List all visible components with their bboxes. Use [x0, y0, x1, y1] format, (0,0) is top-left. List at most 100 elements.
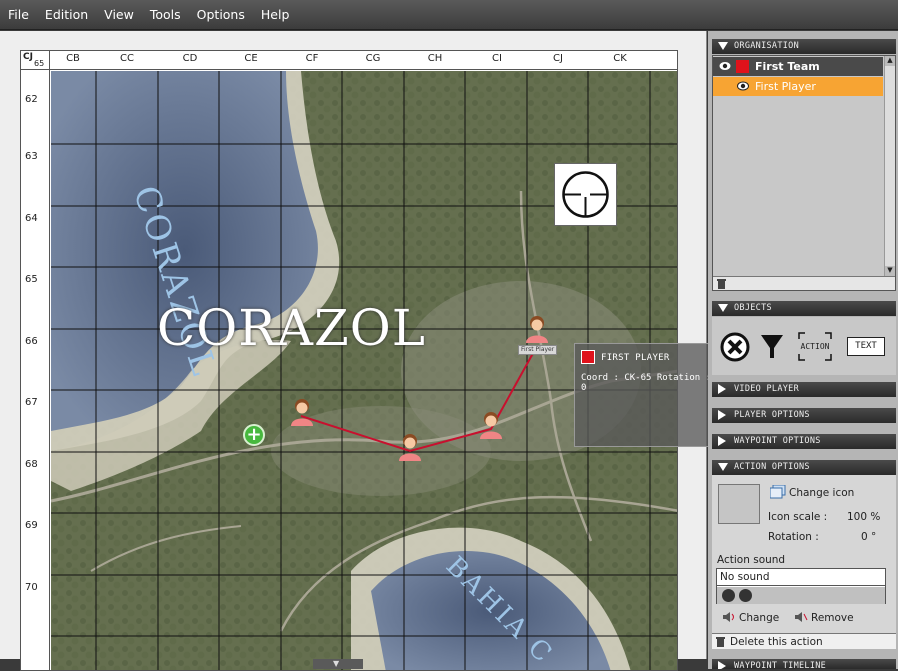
row-label-64: 64 — [25, 213, 38, 224]
right-panel: ORGANISATION First Team First Player ▲ ▼… — [708, 31, 898, 669]
add-waypoint-icon[interactable]: + — [243, 424, 265, 446]
col-label-cf: CF — [305, 53, 319, 64]
col-label-ci: CI — [492, 53, 502, 64]
team-name-label: First Team — [755, 60, 820, 73]
tooltip-coord: Coord : CK-65 Rotation : 0 — [581, 373, 712, 393]
sound-selected[interactable]: No sound — [717, 569, 885, 586]
row-label-69: 69 — [25, 520, 38, 531]
waypoint-options-title: WAYPOINT OPTIONS — [734, 436, 821, 446]
menu-help[interactable]: Help — [255, 0, 296, 30]
collapse-icon — [718, 304, 728, 312]
action-options-title: ACTION OPTIONS — [734, 462, 810, 472]
row-label-68: 68 — [25, 459, 38, 470]
organisation-footer — [713, 276, 895, 290]
scroll-up-icon[interactable]: ▲ — [885, 56, 895, 66]
menu-options[interactable]: Options — [191, 0, 251, 30]
trash-icon[interactable] — [716, 278, 727, 289]
row-label-66: 66 — [25, 336, 38, 347]
menu-bar: File Edition View Tools Options Help — [0, 0, 898, 30]
waypoint-player-icon-1[interactable] — [288, 397, 316, 427]
image-icon[interactable] — [770, 485, 786, 499]
rotation-label: Rotation : — [768, 531, 819, 543]
remove-sound-button[interactable]: Remove — [811, 612, 854, 624]
funnel-icon[interactable] — [760, 334, 784, 360]
close-circle-icon[interactable] — [720, 332, 750, 362]
expand-icon — [718, 384, 726, 394]
trash-icon[interactable] — [715, 636, 726, 647]
col-label-cb: CB — [66, 53, 80, 64]
sound-controls — [717, 587, 885, 604]
tree-item-team[interactable]: First Team — [713, 57, 883, 76]
organisation-scrollbar[interactable]: ▲ ▼ — [884, 56, 895, 276]
waypoint-timeline-title: WAYPOINT TIMELINE — [734, 661, 827, 669]
waypoint-player-icon-3[interactable] — [477, 410, 505, 440]
row-label-62: 62 — [25, 94, 38, 105]
scroll-down-icon[interactable]: ▼ — [885, 266, 895, 276]
player-options-title: PLAYER OPTIONS — [734, 410, 810, 420]
change-icon-link[interactable]: Change icon — [789, 487, 854, 499]
tooltip-player-name: FIRST PLAYER — [601, 353, 670, 363]
player-icon-first-player[interactable] — [523, 314, 551, 344]
row-label-70: 70 — [25, 582, 38, 593]
team-color-swatch[interactable] — [736, 60, 749, 73]
col-label-ck: CK — [613, 53, 627, 64]
objects-title: OBJECTS — [734, 303, 772, 313]
play-icon[interactable] — [722, 589, 735, 602]
eye-icon[interactable] — [737, 81, 749, 91]
video-player-header[interactable]: VIDEO PLAYER — [712, 382, 896, 397]
delete-action-bar[interactable]: Delete this action — [712, 633, 896, 649]
speaker-icon — [723, 612, 734, 622]
action-options-panel: Change icon Icon scale : 100 % Rotation … — [712, 475, 896, 633]
menu-file[interactable]: File — [2, 0, 35, 30]
row-label-63: 63 — [25, 151, 38, 162]
col-label-cd: CD — [182, 53, 198, 64]
sound-list[interactable]: No sound — [716, 568, 886, 604]
eye-icon[interactable] — [719, 61, 731, 71]
rotation-value[interactable]: 0 ° — [861, 531, 876, 543]
waypoint-options-header[interactable]: WAYPOINT OPTIONS — [712, 434, 896, 449]
action-button[interactable]: ACTION — [798, 332, 832, 361]
organisation-title: ORGANISATION — [734, 41, 800, 51]
player-name-tag: First Player — [518, 345, 558, 355]
map-label-town: CORAZOL — [157, 299, 426, 357]
column-header: CB CC CD CE CF CG CH CI CJ CK — [21, 51, 677, 70]
organisation-tree: First Team First Player ▲ ▼ — [712, 55, 896, 291]
collapse-icon — [718, 42, 728, 50]
map-scroll-handle[interactable]: ▼ — [313, 659, 363, 669]
row-label-67: 67 — [25, 397, 38, 408]
row-label-65: 65 — [25, 274, 38, 285]
organisation-header[interactable]: ORGANISATION — [712, 39, 896, 54]
corner-column: CJ — [23, 52, 33, 62]
objects-toolbar: ACTION TEXT — [712, 317, 896, 375]
col-label-cg: CG — [365, 53, 381, 64]
action-icon-preview[interactable] — [718, 484, 760, 524]
speaker-remove-icon — [795, 612, 808, 622]
tooltip-team-color — [581, 350, 595, 364]
chevron-down-icon: ▼ — [333, 659, 340, 668]
waypoint-timeline-header[interactable]: WAYPOINT TIMELINE — [712, 659, 896, 669]
menu-edition[interactable]: Edition — [39, 0, 94, 30]
delete-action-label[interactable]: Delete this action — [730, 636, 823, 648]
row-header: 62 63 64 65 66 67 68 69 70 — [21, 51, 50, 670]
player-name-label: First Player — [755, 80, 816, 93]
target-scope-icon[interactable] — [554, 163, 617, 226]
grid-corner-label: CJ 65 — [21, 51, 50, 70]
player-options-header[interactable]: PLAYER OPTIONS — [712, 408, 896, 423]
menu-view[interactable]: View — [98, 0, 140, 30]
change-sound-button[interactable]: Change — [739, 612, 779, 624]
objects-header[interactable]: OBJECTS — [712, 301, 896, 316]
expand-icon — [718, 410, 726, 420]
stop-icon[interactable] — [739, 589, 752, 602]
waypoint-player-icon-2[interactable] — [396, 432, 424, 462]
icon-scale-value[interactable]: 100 % — [847, 511, 880, 523]
text-button[interactable]: TEXT — [847, 337, 885, 356]
col-label-ce: CE — [244, 53, 258, 64]
action-options-header[interactable]: ACTION OPTIONS — [712, 460, 896, 475]
action-sound-label: Action sound — [717, 554, 786, 566]
menu-tools[interactable]: Tools — [144, 0, 187, 30]
video-player-title: VIDEO PLAYER — [734, 384, 800, 394]
expand-icon — [718, 436, 726, 446]
tree-item-player[interactable]: First Player — [713, 77, 883, 96]
col-label-ch: CH — [427, 53, 443, 64]
player-tooltip: FIRST PLAYER Coord : CK-65 Rotation : 0 — [574, 343, 715, 447]
